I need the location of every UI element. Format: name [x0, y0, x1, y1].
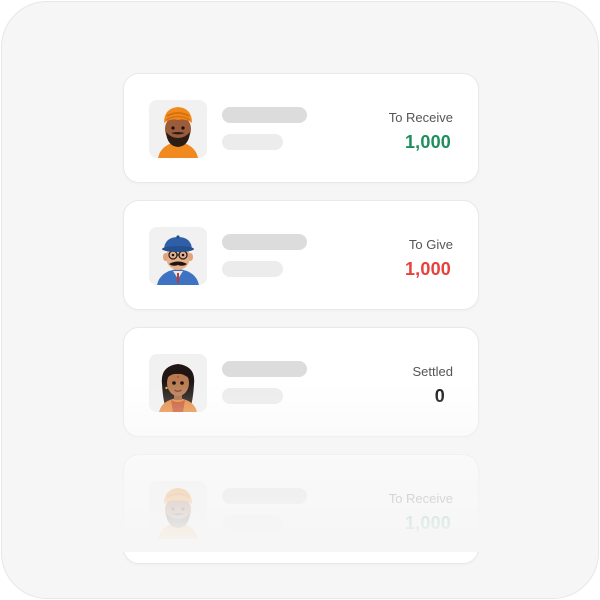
woman-avatar [149, 354, 207, 412]
name-placeholder [222, 361, 307, 377]
contact-card[interactable]: To Receive 1,000 [123, 73, 479, 183]
cap-mustache-man-avatar [149, 227, 207, 285]
amount-value: 1,000 [404, 132, 451, 152]
amount-value: 1,000 [404, 259, 451, 279]
status-label: To Give [408, 237, 453, 252]
contact-card[interactable]: Settled 0 [123, 327, 479, 437]
amount-value: 1,000 [404, 513, 451, 533]
detail-placeholder [222, 388, 283, 404]
status-label: To Receive [388, 110, 453, 125]
detail-placeholder [222, 134, 283, 150]
name-placeholder [222, 488, 307, 504]
contact-card[interactable]: To Receive 1,000 [123, 454, 479, 564]
status-label: To Receive [388, 491, 453, 506]
name-placeholder [222, 234, 307, 250]
turban-man-avatar [149, 100, 207, 158]
turban-man-avatar [149, 481, 207, 539]
status-label: Settled [412, 364, 453, 379]
contact-card[interactable]: To Give 1,000 [123, 200, 479, 310]
name-placeholder [222, 107, 307, 123]
detail-placeholder [222, 261, 283, 277]
amount-value: 0 [434, 386, 445, 406]
detail-placeholder [222, 515, 283, 531]
app-frame: To Receive 1,000 To Give 1,000 Settled 0… [1, 1, 599, 599]
